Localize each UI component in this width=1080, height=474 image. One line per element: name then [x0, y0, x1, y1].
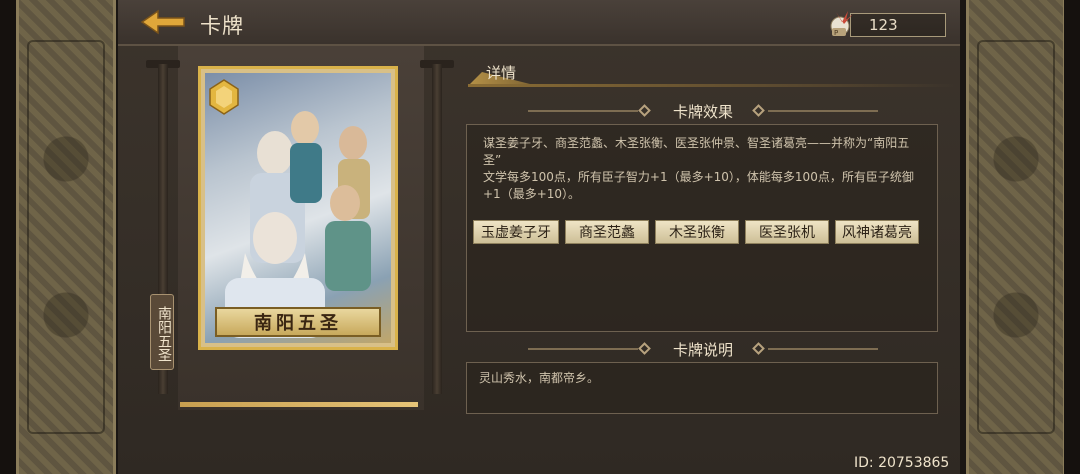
effect-section-header: 卡牌效果 — [528, 101, 878, 121]
tab-details-label: 详情 — [486, 64, 517, 82]
card-name: 南阳五圣 — [254, 313, 342, 334]
member-button-fan-li[interactable]: 商圣范蠡 — [565, 220, 649, 244]
member-buttons: 玉虚姜子牙 商圣范蠡 木圣张衡 医圣张机 风神诸葛亮 — [473, 220, 933, 244]
tab-details[interactable]: 详情 — [468, 56, 958, 90]
right-pillar — [432, 64, 442, 394]
description-section-header: 卡牌说明 — [528, 339, 878, 359]
top-bar: 卡牌 123 P — [118, 0, 960, 46]
card-artwork: 南阳五圣 — [205, 73, 391, 343]
member-button-zhang-ji[interactable]: 医圣张机 — [745, 220, 829, 244]
back-button[interactable] — [140, 8, 186, 36]
svg-text:P: P — [834, 29, 838, 37]
main-panel: 卡牌 123 P 南阳五圣 南阳五圣 详情 卡牌效果 谋圣姜子牙、商圣范蠡、木圣… — [118, 0, 960, 474]
left-edge — [0, 0, 16, 474]
right-edge — [1064, 0, 1080, 474]
card-frame[interactable]: 南阳五圣 — [198, 66, 398, 350]
currency-display: 123 P — [828, 8, 946, 38]
user-id: ID: 20753865 — [854, 455, 950, 471]
card-progress-fill — [180, 402, 418, 407]
member-button-zhang-heng[interactable]: 木圣张衡 — [655, 220, 739, 244]
card-name-plate: 南阳五圣 — [215, 307, 381, 337]
right-decor-panel — [966, 0, 1066, 474]
description-text: 灵山秀水，南都帝乡。 — [479, 371, 600, 385]
card-quality-badge-icon — [209, 79, 239, 115]
left-decor-panel — [16, 0, 116, 474]
member-button-zhuge-liang[interactable]: 风神诸葛亮 — [835, 220, 919, 244]
back-arrow-icon — [140, 9, 185, 35]
page-title: 卡牌 — [200, 14, 244, 38]
effect-box: 谋圣姜子牙、商圣范蠡、木圣张衡、医圣张仲景、智圣诸葛亮——并称为“南阳五圣” 文… — [466, 124, 938, 332]
card-progress-bar — [180, 402, 418, 407]
card-vertical-label: 南阳五圣 — [150, 294, 174, 370]
effect-text: 谋圣姜子牙、商圣范蠡、木圣张衡、医圣张仲景、智圣诸葛亮——并称为“南阳五圣” 文… — [483, 135, 923, 203]
tab-underline — [468, 84, 958, 87]
member-button-jiang-ziya[interactable]: 玉虚姜子牙 — [473, 220, 559, 244]
effect-text-line1: 谋圣姜子牙、商圣范蠡、木圣张衡、医圣张仲景、智圣诸葛亮——并称为“南阳五圣” — [483, 136, 910, 167]
description-box: 灵山秀水，南都帝乡。 — [466, 362, 938, 414]
feather-coin-icon: P — [830, 11, 853, 37]
effect-text-line2: 文学每多100点，所有臣子智力+1（最多+10），体能每多100点，所有臣子统御… — [483, 170, 914, 201]
currency-value: 123 — [869, 16, 898, 34]
currency-box: 123 — [850, 13, 946, 37]
